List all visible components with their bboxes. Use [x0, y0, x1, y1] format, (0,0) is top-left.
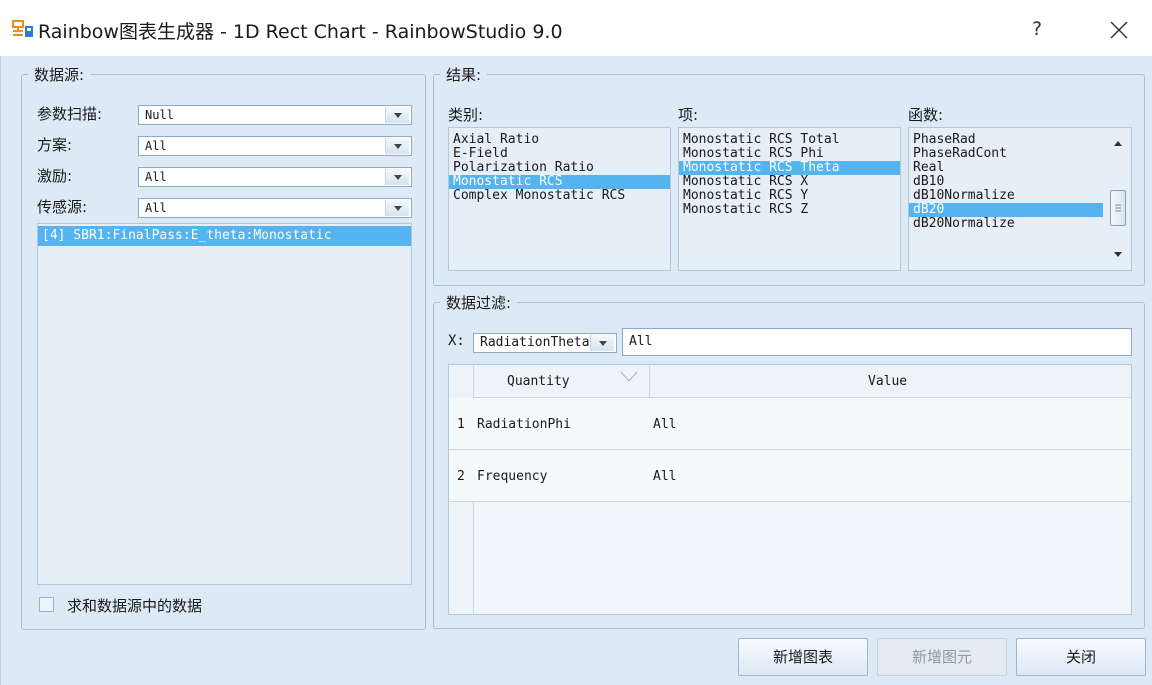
result-legend: 结果:: [446, 66, 482, 84]
category-list[interactable]: Axial Ratio E-Field Polarization Ratio M…: [448, 127, 671, 271]
scroll-up-icon[interactable]: [1105, 134, 1131, 154]
x-quantity-combo[interactable]: RadiationTheta: [473, 333, 617, 353]
row-quantity: RadiationPhi: [477, 417, 571, 432]
function-item[interactable]: PhaseRadCont: [909, 147, 1103, 161]
table-row[interactable]: 1 RadiationPhi All: [449, 398, 1131, 450]
scheme-combo[interactable]: All: [138, 136, 412, 156]
row-index: 2: [457, 469, 465, 484]
scroll-down-icon[interactable]: [1105, 244, 1131, 264]
x-quantity-value: RadiationTheta: [480, 335, 590, 350]
category-item[interactable]: Polarization Ratio: [449, 161, 670, 175]
function-item[interactable]: dB10Normalize: [909, 189, 1103, 203]
sensor-label: 传感源:: [37, 198, 88, 216]
sensor-value: All: [145, 201, 167, 215]
sensor-combo[interactable]: All: [138, 198, 412, 218]
grip-icon: [1115, 204, 1121, 212]
title-bar: Rainbow图表生成器 - 1D Rect Chart - RainbowSt…: [0, 0, 1152, 56]
scroll-thumb[interactable]: [1110, 190, 1126, 226]
row-value[interactable]: All: [653, 469, 676, 484]
filter-grid[interactable]: Quantity Value 1 RadiationPhi All 2 Freq…: [448, 364, 1132, 615]
function-list-scrollbar[interactable]: [1105, 128, 1131, 270]
close-icon[interactable]: [1104, 14, 1134, 44]
function-item[interactable]: Real: [909, 161, 1103, 175]
dialog-client-area: 数据源: 参数扫描: Null 方案: All 激励: All 传感源: All…: [0, 56, 1152, 685]
chevron-down-icon[interactable]: [385, 138, 409, 154]
row-index: 1: [457, 417, 465, 432]
result-item[interactable]: Monostatic RCS Y: [679, 189, 900, 203]
help-button[interactable]: ?: [1022, 14, 1052, 44]
row-value[interactable]: All: [653, 417, 676, 432]
function-label: 函数:: [908, 106, 944, 124]
result-item[interactable]: Monostatic RCS Z: [679, 203, 900, 217]
column-header-value[interactable]: Value: [868, 374, 907, 389]
result-item[interactable]: Monostatic RCS Theta: [679, 161, 900, 175]
param-sweep-label: 参数扫描:: [37, 105, 103, 123]
function-item[interactable]: dB10: [909, 175, 1103, 189]
scheme-value: All: [145, 139, 167, 153]
sum-checkbox-label: 求和数据源中的数据: [67, 597, 203, 615]
category-item[interactable]: Complex Monostatic RCS: [449, 189, 670, 203]
close-button[interactable]: 关闭: [1016, 638, 1146, 676]
chevron-down-icon[interactable]: [385, 107, 409, 123]
x-value-field[interactable]: All: [622, 328, 1132, 356]
param-sweep-combo[interactable]: Null: [138, 105, 412, 125]
window-title: Rainbow图表生成器 - 1D Rect Chart - RainbowSt…: [38, 21, 563, 43]
function-item[interactable]: dB20Normalize: [909, 217, 1103, 231]
function-list[interactable]: PhaseRad PhaseRadCont Real dB10 dB10Norm…: [908, 127, 1132, 271]
category-label: 类别:: [448, 106, 484, 124]
item-list[interactable]: Monostatic RCS Total Monostatic RCS Phi …: [678, 127, 901, 271]
item-label: 项:: [678, 106, 699, 124]
x-label: X:: [448, 333, 465, 349]
filter-legend: 数据过滤:: [446, 294, 512, 312]
datasource-list[interactable]: [4] SBR1:FinalPass:E_theta:Monostatic: [37, 223, 412, 585]
chevron-down-icon[interactable]: [385, 200, 409, 216]
app-icon: [12, 20, 33, 37]
sum-checkbox[interactable]: [39, 597, 54, 612]
category-item[interactable]: Monostatic RCS: [449, 175, 670, 189]
result-item[interactable]: Monostatic RCS Phi: [679, 147, 900, 161]
add-element-button[interactable]: 新增图元: [877, 638, 1007, 676]
table-row[interactable]: 2 Frequency All: [449, 450, 1131, 502]
scheme-label: 方案:: [37, 136, 73, 154]
column-header-quantity[interactable]: Quantity: [507, 374, 570, 389]
sort-icon[interactable]: [620, 371, 638, 383]
datasource-list-item[interactable]: [4] SBR1:FinalPass:E_theta:Monostatic: [38, 226, 411, 246]
result-item[interactable]: Monostatic RCS X: [679, 175, 900, 189]
category-item[interactable]: Axial Ratio: [449, 133, 670, 147]
row-quantity: Frequency: [477, 469, 548, 484]
datasource-legend: 数据源:: [34, 66, 85, 84]
excitation-combo[interactable]: All: [138, 167, 412, 187]
result-item[interactable]: Monostatic RCS Total: [679, 133, 900, 147]
chevron-down-icon[interactable]: [385, 169, 409, 185]
category-item[interactable]: E-Field: [449, 147, 670, 161]
add-chart-button[interactable]: 新增图表: [738, 638, 868, 676]
param-sweep-value: Null: [145, 108, 174, 122]
function-item[interactable]: dB20: [909, 203, 1103, 217]
function-item[interactable]: PhaseRad: [909, 133, 1103, 147]
excitation-label: 激励:: [37, 167, 73, 185]
excitation-value: All: [145, 170, 167, 184]
x-value-text: All: [629, 334, 653, 349]
chevron-down-icon[interactable]: [590, 335, 614, 351]
